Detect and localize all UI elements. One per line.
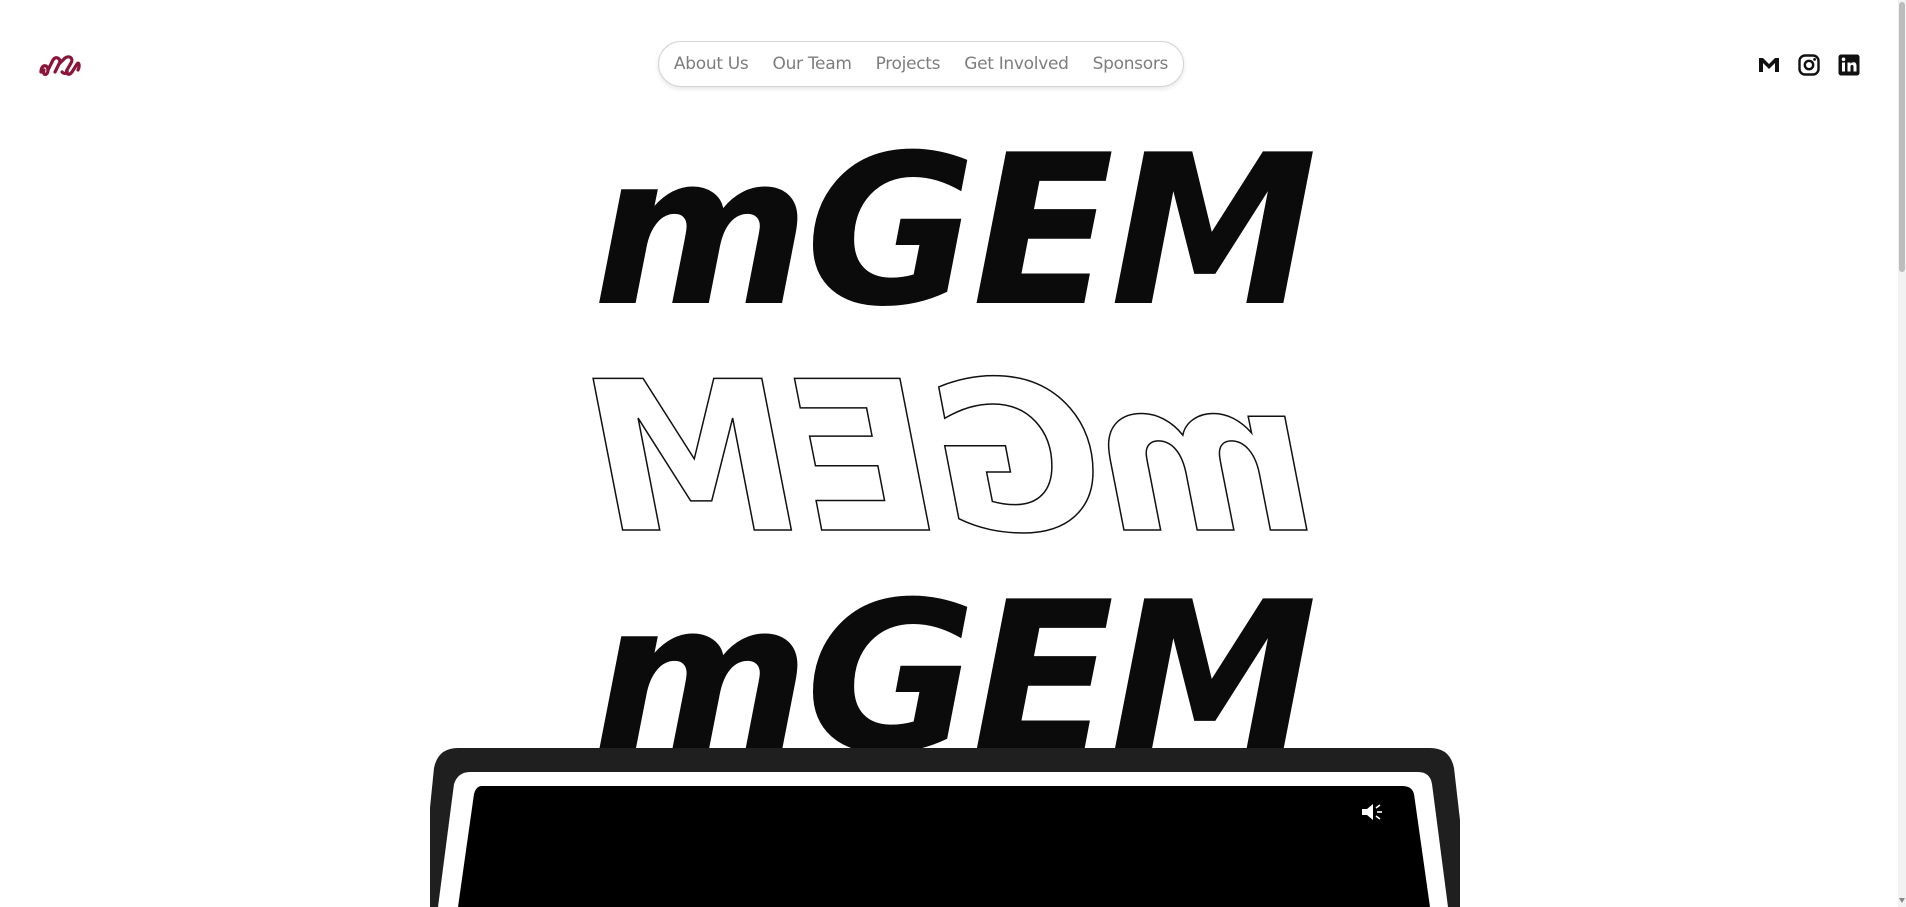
instagram-link[interactable]: [1797, 53, 1821, 77]
gmail-link[interactable]: [1757, 53, 1781, 77]
video-frame-graphic: [430, 748, 1460, 907]
page-scrollbar-thumb[interactable]: [1899, 2, 1905, 272]
instagram-icon: [1798, 54, 1820, 76]
main-nav: About Us Our Team Projects Get Involved …: [658, 41, 1184, 87]
nav-about-us[interactable]: About Us: [674, 54, 749, 74]
speaker-muted-icon: [1362, 804, 1382, 820]
gmail-icon: [1759, 58, 1779, 72]
nav-our-team[interactable]: Our Team: [773, 54, 852, 74]
hero-title-line-3: mGEM: [592, 575, 1318, 750]
nav-sponsors[interactable]: Sponsors: [1093, 54, 1169, 74]
nav-projects[interactable]: Projects: [876, 54, 941, 74]
linkedin-link[interactable]: [1837, 53, 1861, 77]
hero-title-line-1: mGEM: [592, 111, 1318, 353]
hero-title-line-2-mirrored-outline: mGEM: [592, 337, 1314, 581]
scroll-down-arrow-icon[interactable]: [1898, 895, 1906, 905]
nav-get-involved[interactable]: Get Involved: [964, 54, 1069, 74]
linkedin-icon: [1838, 54, 1860, 76]
sound-toggle-button[interactable]: [1360, 800, 1386, 824]
site-logo[interactable]: [38, 50, 82, 80]
video-device-frame: [430, 748, 1460, 907]
mgem-logo-icon: [39, 55, 81, 77]
